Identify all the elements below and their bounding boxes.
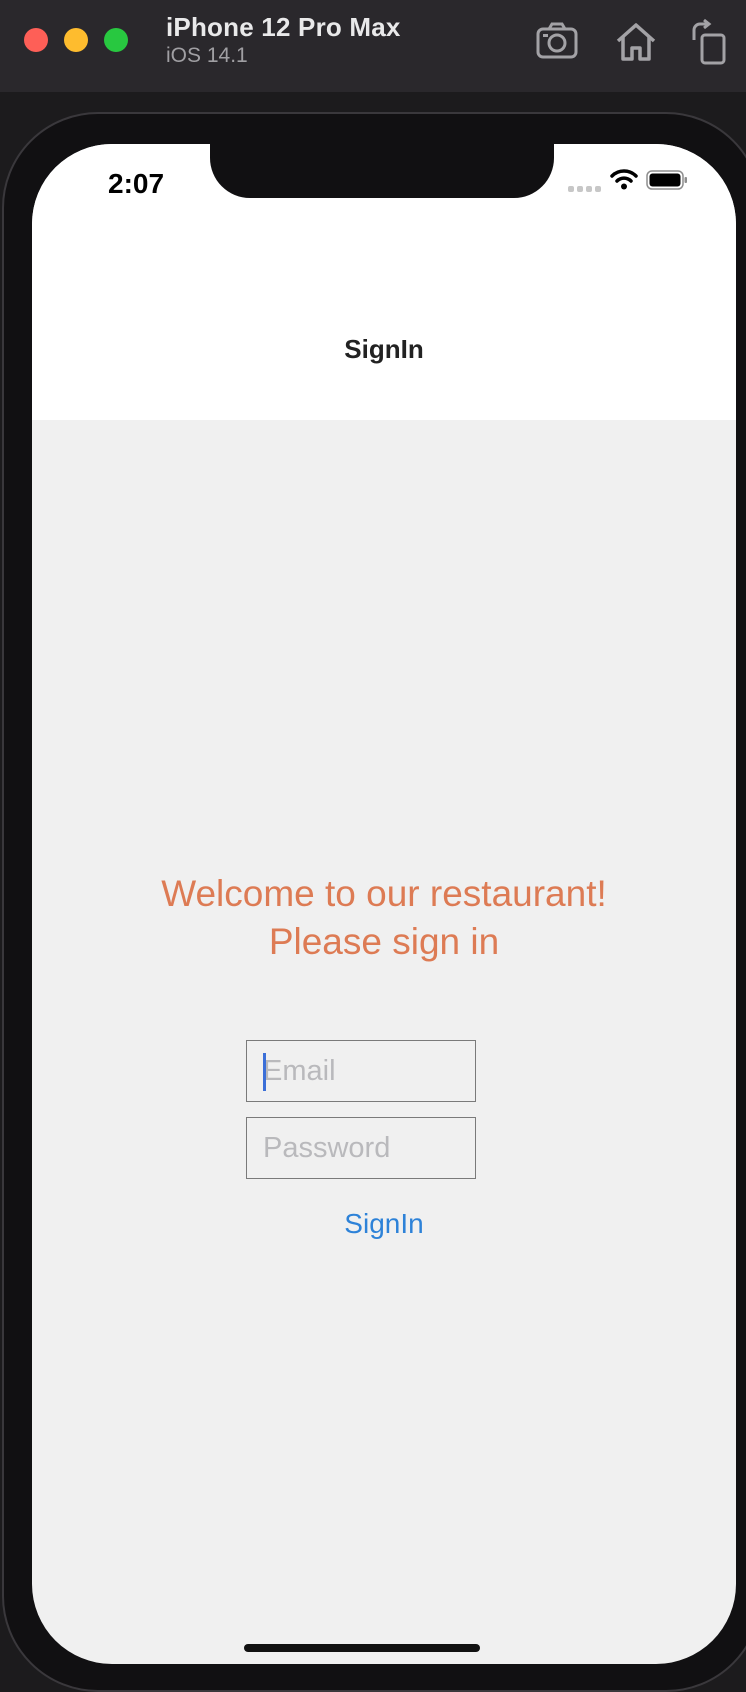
status-time: 2:07 [108,168,165,199]
home-indicator[interactable] [244,1644,480,1652]
welcome-line-2: Please sign in [268,921,500,962]
password-field-container [246,1117,476,1179]
window-zoom-button[interactable] [104,28,128,52]
home-icon[interactable] [612,18,660,66]
screenshot-icon[interactable] [534,18,582,66]
device-notch [210,144,554,198]
signin-button[interactable]: SignIn [32,1208,736,1240]
welcome-message: Welcome to our restaurant! Please sign i… [32,870,736,966]
email-field[interactable] [247,1041,475,1101]
os-version: iOS 14.1 [166,44,248,67]
device-screen: 2:07 SignIn Welcome to our restaurant! P… [32,144,736,1664]
rotate-icon[interactable] [686,18,734,66]
navigation-bar: SignIn [32,254,736,420]
email-field-container [246,1040,476,1102]
cellular-signal-icon [568,186,602,192]
device-name: iPhone 12 Pro Max [166,12,401,42]
welcome-line-1: Welcome to our restaurant! [161,873,607,914]
window-minimize-button[interactable] [64,28,88,52]
signin-content: Welcome to our restaurant! Please sign i… [32,420,736,1664]
window-close-button[interactable] [24,28,48,52]
battery-icon [646,170,687,190]
wifi-icon [610,169,638,190]
nav-title: SignIn [344,334,424,364]
password-field[interactable] [247,1118,475,1178]
text-cursor [263,1053,266,1091]
simulator-title-bar: iPhone 12 Pro Max iOS 14.1 [0,0,746,92]
